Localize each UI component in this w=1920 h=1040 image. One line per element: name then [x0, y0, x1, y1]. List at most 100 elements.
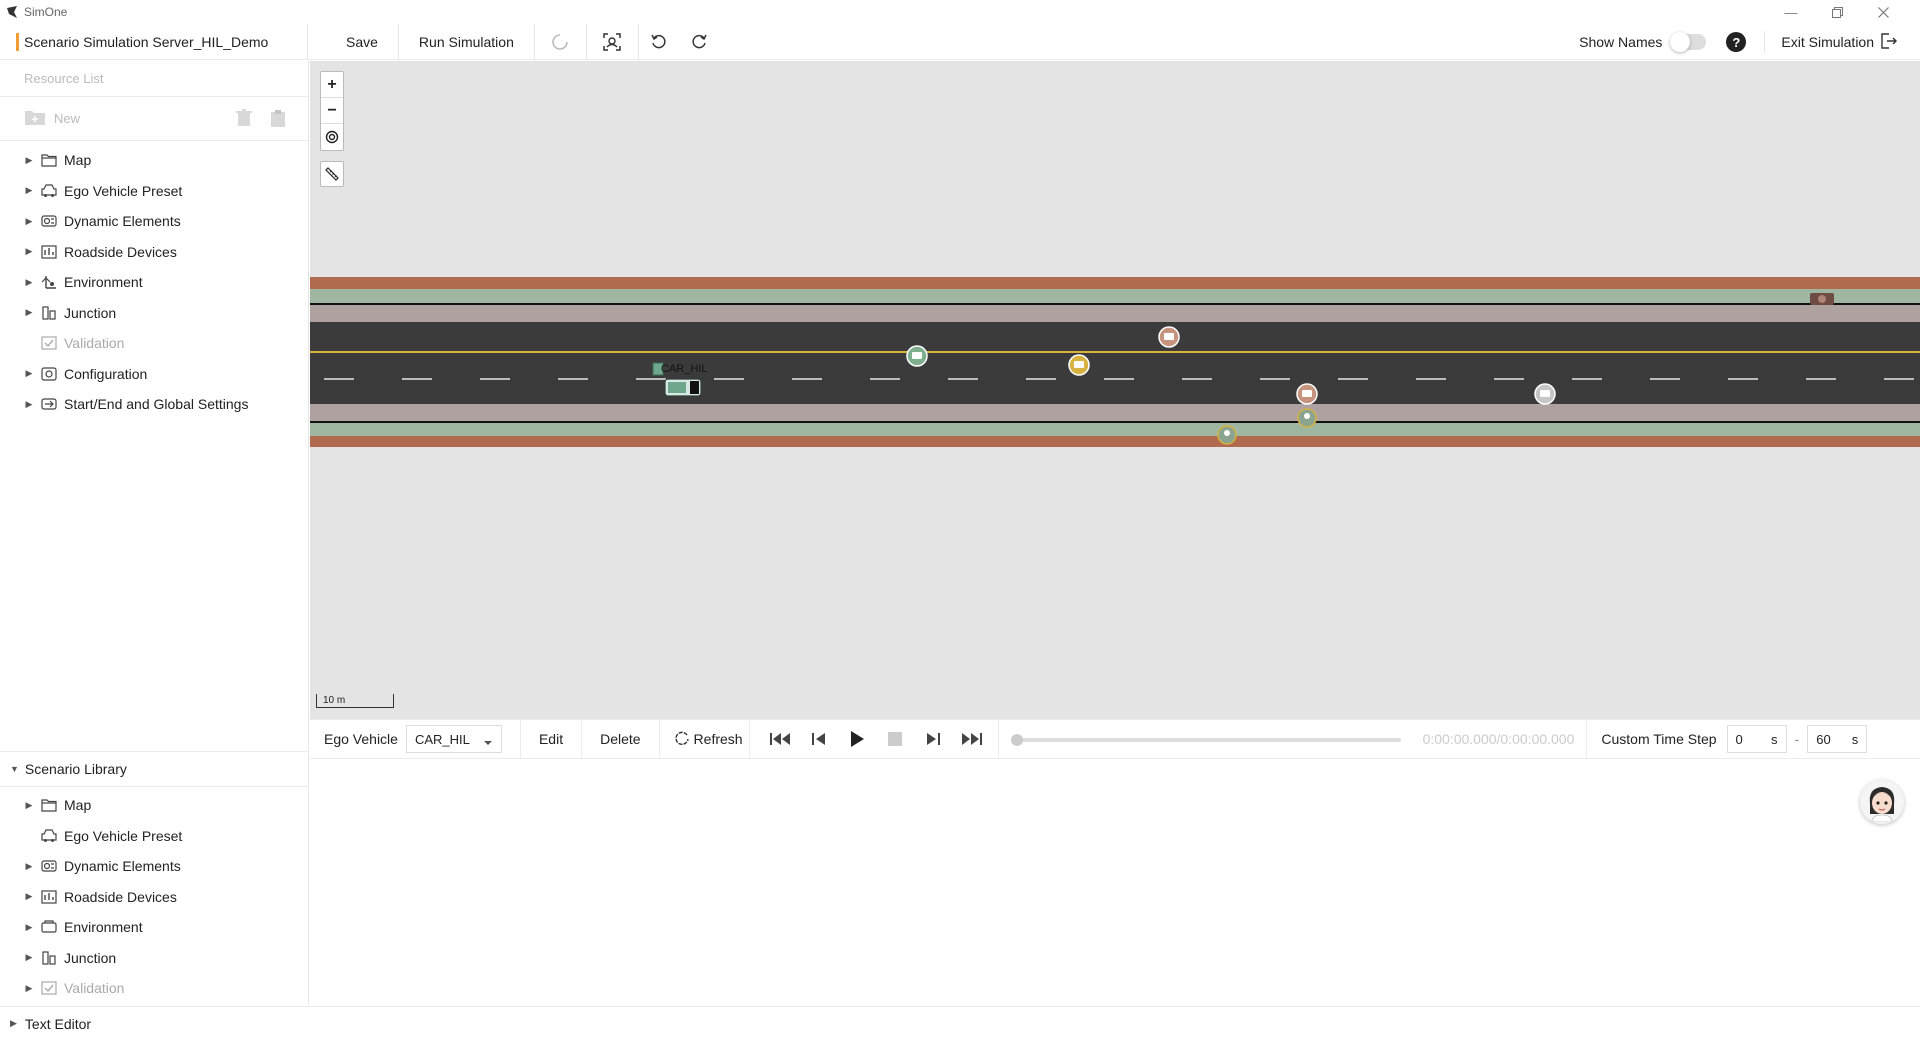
- time-step-start-input[interactable]: 0 s: [1726, 725, 1787, 753]
- help-icon[interactable]: ?: [1726, 32, 1747, 52]
- new-resource-button[interactable]: New: [54, 111, 80, 126]
- resource-item-label: Junction: [64, 304, 117, 321]
- junction-icon: [40, 305, 58, 321]
- road-canvas: [310, 277, 1920, 447]
- expand-caret-icon[interactable]: ▶: [24, 368, 34, 379]
- time-step-start-unit: s: [1771, 731, 1778, 747]
- resource-item-map[interactable]: ▶ Map: [0, 145, 308, 176]
- stop-icon[interactable]: [878, 724, 912, 754]
- clipboard-icon[interactable]: [270, 109, 286, 130]
- exit-simulation-button[interactable]: Exit Simulation: [1781, 32, 1898, 52]
- zoom-in-icon[interactable]: +: [321, 72, 343, 98]
- library-item-label: Dynamic Elements: [64, 858, 181, 875]
- expand-caret-icon[interactable]: ▶: [24, 891, 34, 902]
- play-icon[interactable]: [840, 724, 874, 754]
- minimize-icon[interactable]: —: [1768, 0, 1814, 24]
- library-item-environment[interactable]: ▶ Environment: [0, 912, 309, 943]
- resource-item-ego-vehicle-preset[interactable]: ▶ Ego Vehicle Preset: [0, 176, 308, 207]
- resource-item-validation[interactable]: ▶ Validation: [0, 328, 308, 359]
- scenario-map-view[interactable]: CAR_HIL + − 10 m: [310, 61, 1920, 719]
- redo-icon[interactable]: [679, 24, 719, 60]
- resource-item-configuration[interactable]: ▶ Configuration: [0, 359, 308, 390]
- loading-icon[interactable]: [535, 23, 587, 60]
- dynamic-elements-icon: [40, 858, 58, 874]
- step-backward-icon[interactable]: [802, 724, 836, 754]
- restore-icon[interactable]: [1814, 0, 1860, 24]
- settings-icon: [40, 396, 58, 412]
- validation-icon: [40, 335, 58, 351]
- app-window: SimOne — Scenario Simulation Server_HIL_…: [0, 0, 1920, 1040]
- expand-caret-icon[interactable]: ▶: [24, 307, 34, 318]
- expand-caret-icon[interactable]: ▶: [24, 983, 34, 994]
- expand-caret-icon[interactable]: ▶: [24, 277, 34, 288]
- time-step-end-input[interactable]: 60 s: [1807, 725, 1868, 753]
- expand-caret-icon[interactable]: ▶: [24, 155, 34, 166]
- expand-caret-icon[interactable]: ▶: [24, 861, 34, 872]
- refresh-button[interactable]: Refresh: [660, 719, 749, 759]
- edit-button[interactable]: Edit: [521, 719, 581, 759]
- toggle-knob: [1670, 32, 1691, 52]
- roadside-camera-marker: [1810, 293, 1834, 305]
- title-bar: SimOne —: [0, 0, 1920, 24]
- measure-ruler-icon[interactable]: [320, 161, 344, 187]
- resource-item-label: Ego Vehicle Preset: [64, 182, 183, 199]
- expand-caret-icon[interactable]: ▶: [24, 952, 34, 963]
- timeline-track: [1016, 738, 1401, 742]
- show-names-toggle[interactable]: [1670, 32, 1707, 52]
- library-item-junction[interactable]: ▶ Junction: [0, 943, 309, 974]
- skip-to-end-icon[interactable]: [954, 724, 988, 754]
- resource-item-roadside-devices[interactable]: ▶ Roadside Devices: [0, 237, 308, 268]
- library-item-map[interactable]: ▶ Map: [0, 790, 309, 821]
- skip-to-start-icon[interactable]: [764, 724, 798, 754]
- library-item-ego-vehicle-preset[interactable]: ▶ Ego Vehicle Preset: [0, 821, 309, 852]
- environment-icon: [40, 919, 58, 935]
- app-name: SimOne: [24, 5, 68, 19]
- delete-button[interactable]: Delete: [582, 719, 658, 759]
- expand-caret-icon[interactable]: ▶: [24, 800, 34, 811]
- new-resource-row: New: [0, 97, 308, 141]
- collapse-caret-icon[interactable]: ▼: [10, 764, 19, 774]
- expand-caret-icon[interactable]: ▶: [24, 246, 34, 257]
- time-step-end-unit: s: [1851, 731, 1859, 747]
- library-item-dynamic-elements[interactable]: ▶ Dynamic Elements: [0, 851, 309, 882]
- assistant-avatar[interactable]: [1860, 780, 1904, 824]
- save-button[interactable]: Save: [308, 23, 399, 60]
- scenario-library-tree: ▶ Map ▶ Ego Vehicle Preset ▶ Dynamic Ele…: [0, 790, 309, 1004]
- ego-vehicle-select[interactable]: CAR_HIL: [405, 725, 502, 753]
- expand-caret-icon[interactable]: ▶: [24, 922, 34, 933]
- expand-caret-icon[interactable]: ▶: [24, 399, 34, 410]
- curb-bottom: [310, 436, 1920, 447]
- run-simulation-button[interactable]: Run Simulation: [399, 23, 535, 60]
- zoom-out-icon[interactable]: −: [321, 98, 343, 124]
- library-item-roadside-devices[interactable]: ▶ Roadside Devices: [0, 882, 309, 913]
- expand-caret-icon[interactable]: ▶: [10, 1018, 17, 1029]
- time-step-start-value: 0: [1735, 731, 1743, 747]
- resource-item-environment[interactable]: ▶ Environment: [0, 267, 308, 298]
- curb-top: [310, 277, 1920, 289]
- expand-caret-icon[interactable]: ▶: [24, 185, 34, 196]
- resource-item-dynamic-elements[interactable]: ▶ Dynamic Elements: [0, 206, 308, 237]
- junction-icon: [40, 950, 58, 966]
- undo-icon[interactable]: [639, 24, 679, 60]
- new-folder-icon[interactable]: [24, 108, 46, 129]
- custom-time-step-label: Custom Time Step: [1601, 731, 1717, 747]
- trash-icon[interactable]: [236, 109, 252, 130]
- library-item-validation[interactable]: ▶ Validation: [0, 973, 309, 1004]
- sidewalk-top: [310, 305, 1920, 322]
- resource-item-label: Start/End and Global Settings: [64, 396, 249, 413]
- close-icon[interactable]: [1860, 0, 1906, 24]
- focus-view-icon[interactable]: [587, 23, 639, 60]
- show-names-label: Show Names: [1579, 34, 1663, 50]
- step-forward-icon[interactable]: [916, 724, 950, 754]
- center-view-icon[interactable]: [321, 124, 343, 150]
- resource-item-start-end-settings[interactable]: ▶ Start/End and Global Settings: [0, 389, 308, 420]
- timeline-handle[interactable]: [1010, 734, 1023, 746]
- timeline-slider[interactable]: [1010, 719, 1401, 759]
- text-editor-panel[interactable]: ▶ Text Editor: [0, 1006, 1920, 1040]
- scenario-library-header[interactable]: ▼ Scenario Library: [0, 751, 309, 787]
- resource-item-junction[interactable]: ▶ Junction: [0, 298, 308, 329]
- library-item-label: Junction: [64, 949, 117, 966]
- expand-caret-icon[interactable]: ▶: [24, 216, 34, 227]
- grass-top: [310, 289, 1920, 303]
- configuration-icon: [40, 366, 58, 382]
